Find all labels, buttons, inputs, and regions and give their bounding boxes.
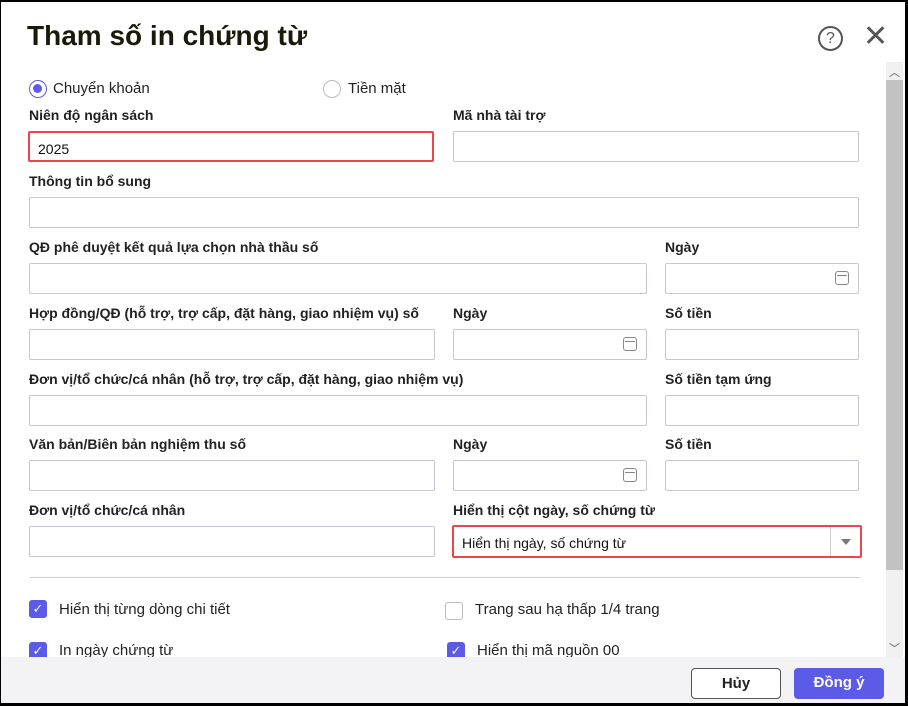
- budget-year-label: Niên độ ngân sách: [29, 107, 154, 123]
- acceptance-amount-input[interactable]: [665, 460, 859, 491]
- display-column-value: Hiển thị ngày, số chứng từ: [462, 535, 627, 551]
- close-icon[interactable]: ✕: [863, 22, 888, 52]
- scrollbar-thumb[interactable]: [886, 80, 903, 570]
- additional-info-input[interactable]: [29, 197, 859, 228]
- display-column-label: Hiển thị cột ngày, số chứng từ: [453, 502, 656, 518]
- acceptance-date-input[interactable]: [453, 460, 647, 491]
- dialog-title: Tham số in chứng từ: [27, 20, 308, 51]
- additional-info-label: Thông tin bổ sung: [29, 173, 152, 189]
- unit-label: Đơn vị/tổ chức/cá nhân: [29, 502, 186, 518]
- contract-no-label: Hợp đồng/QĐ (hỗ trợ, trợ cấp, đặt hàng, …: [29, 305, 419, 321]
- org-unit-label: Đơn vị/tổ chức/cá nhân (hỗ trợ, trợ cấp,…: [29, 371, 464, 387]
- sponsor-code-input[interactable]: [453, 131, 859, 162]
- contractor-date-label: Ngày: [665, 239, 700, 255]
- divider: [30, 577, 860, 578]
- ok-button[interactable]: Đồng ý: [794, 668, 884, 699]
- print-params-dialog: Tham số in chứng từ ? ✕ Chuyển khoản Tiề…: [1, 2, 905, 703]
- contract-date-label: Ngày: [453, 305, 488, 321]
- contract-amount-input[interactable]: [665, 329, 859, 360]
- contract-amount-label: Số tiền: [665, 305, 712, 321]
- contractor-date-input[interactable]: [665, 263, 859, 294]
- acceptance-amount-label: Số tiền: [665, 436, 712, 452]
- option-checkbox-detail-lines[interactable]: ✓: [29, 600, 47, 618]
- cancel-button[interactable]: Hủy: [691, 668, 781, 699]
- radio-cash-label: Tiền mặt: [348, 80, 406, 97]
- chevron-down-icon[interactable]: [830, 527, 860, 556]
- unit-input[interactable]: [29, 526, 435, 557]
- display-column-select[interactable]: Hiển thị ngày, số chứng từ: [452, 525, 862, 558]
- contractor-decision-label: QĐ phê duyệt kết quả lựa chọn nhà thầu s…: [29, 239, 319, 255]
- org-unit-input[interactable]: [29, 395, 647, 426]
- scrollbar[interactable]: ︿ ﹀: [886, 62, 903, 658]
- budget-year-input[interactable]: 2025: [28, 131, 434, 162]
- radio-transfer-label: Chuyển khoản: [53, 80, 150, 97]
- radio-cash[interactable]: [323, 80, 341, 98]
- calendar-icon[interactable]: [623, 337, 637, 351]
- advance-amount-label: Số tiền tạm ứng: [665, 371, 772, 387]
- sponsor-code-label: Mã nhà tài trợ: [453, 107, 546, 123]
- contract-date-input[interactable]: [453, 329, 647, 360]
- calendar-icon[interactable]: [623, 468, 637, 482]
- help-icon[interactable]: ?: [818, 26, 843, 51]
- calendar-icon[interactable]: [835, 271, 849, 285]
- option-label: Hiển thị từng dòng chi tiết: [59, 601, 230, 618]
- option-label: Trang sau hạ thấp 1/4 trang: [475, 601, 660, 618]
- scroll-up-icon[interactable]: ︿: [889, 64, 900, 80]
- acceptance-doc-label: Văn bản/Biên bản nghiệm thu số: [29, 436, 247, 452]
- scroll-down-icon[interactable]: ﹀: [889, 640, 900, 656]
- radio-transfer[interactable]: [29, 80, 47, 98]
- contract-no-input[interactable]: [29, 329, 435, 360]
- advance-amount-input[interactable]: [665, 395, 859, 426]
- acceptance-doc-input[interactable]: [29, 460, 435, 491]
- dialog-footer: Hủy Đồng ý: [1, 657, 905, 703]
- acceptance-date-label: Ngày: [453, 436, 488, 452]
- contractor-decision-input[interactable]: [29, 263, 647, 294]
- option-checkbox-lower-page[interactable]: [445, 602, 463, 620]
